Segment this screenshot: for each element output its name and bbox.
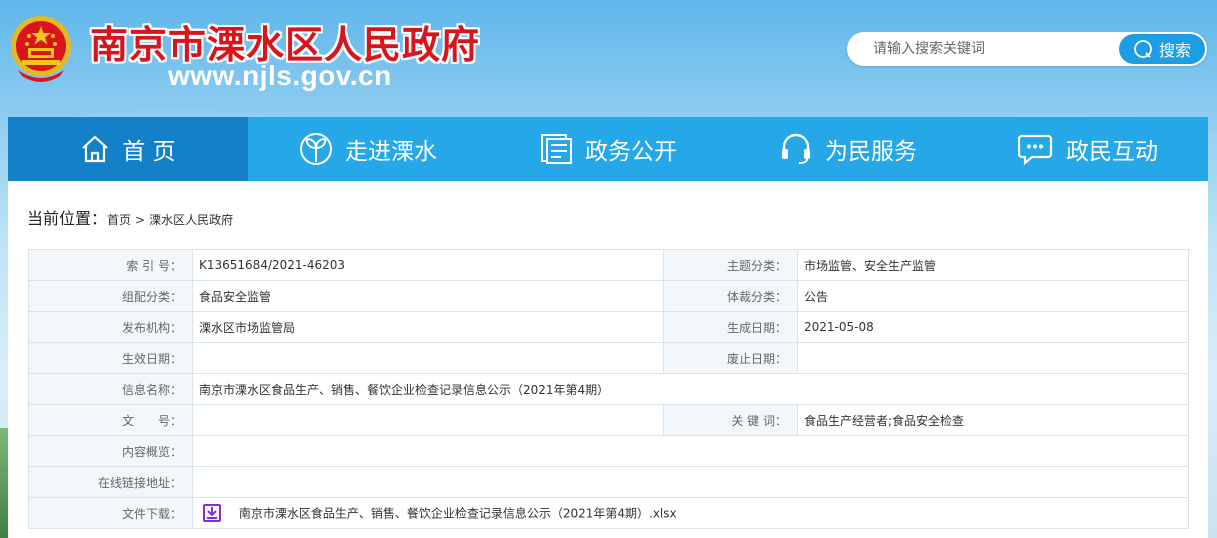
site-url: www.njls.gov.cn	[168, 60, 392, 91]
site-header: 南京市溧水区人民政府 www.njls.gov.cn 搜索	[0, 0, 1217, 117]
expired-label: 废止日期：	[663, 342, 798, 374]
nav-item-label: 政民互动	[1066, 139, 1158, 165]
group-value: 食品安全监管	[192, 280, 664, 312]
document-icon	[541, 134, 572, 164]
nav-item-interaction[interactable]: 政民互动	[968, 117, 1208, 181]
search-icon	[1134, 40, 1152, 58]
table-row: 发布机构： 溧水区市场监管局 生成日期： 2021-05-08	[28, 311, 1189, 343]
group-label: 组配分类：	[28, 280, 193, 312]
search-input[interactable]	[873, 39, 1113, 59]
home-icon	[82, 135, 109, 163]
breadcrumb-link-government[interactable]: 溧水区人民政府	[149, 211, 233, 228]
topic-value: 市场监管、安全生产监管	[797, 249, 1189, 281]
table-row: 组配分类： 食品安全监管 体裁分类： 公告	[28, 280, 1189, 312]
keywords-label: 关 键 词：	[663, 404, 798, 436]
sprout-icon	[300, 133, 332, 165]
download-label: 文件下载：	[28, 497, 193, 529]
topic-label: 主题分类：	[663, 249, 798, 281]
search-box: 搜索	[847, 32, 1207, 66]
search-button-label: 搜索	[1158, 41, 1191, 60]
table-row: 文 号： 关 键 词： 食品生产经营者;食品安全检查	[28, 404, 1189, 436]
national-emblem-icon	[11, 16, 71, 82]
effective-value	[192, 342, 664, 374]
table-row: 生效日期： 废止日期：	[28, 342, 1189, 374]
breadcrumb-separator: >	[135, 213, 146, 227]
doc-number-label: 文 号：	[28, 404, 193, 436]
publisher-label: 发布机构：	[28, 311, 193, 343]
index-value: K13651684/2021-46203	[192, 249, 664, 281]
nav-item-about[interactable]: 走进溧水	[248, 117, 488, 181]
table-row: 文件下载： 南京市溧水区食品生产、销售、餐饮企业检查记录信息公示（2021年第4…	[28, 497, 1189, 529]
doc-number-value	[192, 404, 664, 436]
nav-item-services[interactable]: 为民服务	[728, 117, 968, 181]
chat-icon	[1018, 134, 1053, 166]
breadcrumb-lead: 当前位置：	[27, 209, 108, 228]
table-row: 在线链接地址：	[28, 466, 1189, 498]
table-row: 内容概览：	[28, 435, 1189, 467]
info-name-label: 信息名称：	[28, 373, 193, 405]
info-metadata-table: 索 引 号： K13651684/2021-46203 主题分类： 市场监管、安…	[28, 249, 1189, 529]
genre-value: 公告	[797, 280, 1189, 312]
genre-label: 体裁分类：	[663, 280, 798, 312]
breadcrumb-link-home[interactable]: 首页	[107, 211, 131, 228]
info-name-value: 南京市溧水区食品生产、销售、餐饮企业检查记录信息公示（2021年第4期）	[192, 373, 1189, 405]
breadcrumb: 当前位置： 首页 > 溧水区人民政府	[27, 205, 233, 229]
main-content: 当前位置： 首页 > 溧水区人民政府 索 引 号： K13651684/2021…	[8, 181, 1208, 538]
nav-item-home[interactable]: 首 页	[8, 117, 248, 181]
download-file-link[interactable]: 南京市溧水区食品生产、销售、餐饮企业检查记录信息公示（2021年第4期）.xls…	[239, 507, 677, 521]
expired-value	[797, 342, 1189, 374]
nav-item-label: 为民服务	[825, 139, 917, 165]
created-value: 2021-05-08	[797, 311, 1189, 343]
nav-item-gov-affairs[interactable]: 政务公开	[488, 117, 728, 181]
summary-value	[192, 435, 1189, 467]
table-row: 索 引 号： K13651684/2021-46203 主题分类： 市场监管、安…	[28, 249, 1189, 281]
publisher-value: 溧水区市场监管局	[192, 311, 664, 343]
download-icon[interactable]	[203, 504, 221, 522]
summary-label: 内容概览：	[28, 435, 193, 467]
created-label: 生成日期：	[663, 311, 798, 343]
nav-item-label: 首 页	[122, 139, 176, 165]
headset-icon	[782, 133, 810, 164]
effective-label: 生效日期：	[28, 342, 193, 374]
nav-item-label: 走进溧水	[345, 139, 437, 165]
online-link-label: 在线链接地址：	[28, 466, 193, 498]
download-cell: 南京市溧水区食品生产、销售、餐饮企业检查记录信息公示（2021年第4期）.xls…	[192, 497, 1189, 529]
table-row: 信息名称： 南京市溧水区食品生产、销售、餐饮企业检查记录信息公示（2021年第4…	[28, 373, 1189, 405]
online-link-value	[192, 466, 1189, 498]
index-label: 索 引 号：	[28, 249, 193, 281]
main-nav: 首 页 走进溧水 政务公开 为民服务 政民互动	[8, 117, 1208, 181]
keywords-value: 食品生产经营者;食品安全检查	[797, 404, 1189, 436]
nav-item-label: 政务公开	[585, 139, 677, 165]
search-button[interactable]: 搜索	[1119, 34, 1205, 64]
